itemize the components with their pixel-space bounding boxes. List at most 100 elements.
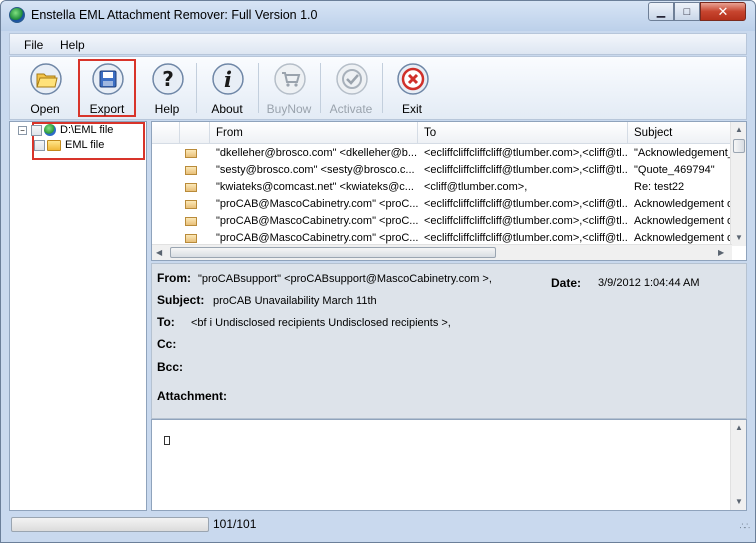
- help-button[interactable]: ? Help: [138, 59, 196, 117]
- minimize-button[interactable]: ▁: [648, 2, 674, 21]
- toolbar-separator: [258, 63, 259, 113]
- to-value: <bf i Undisclosed recipients Undisclosed…: [191, 317, 451, 329]
- about-label: About: [211, 102, 243, 116]
- shopping-cart-icon: [274, 63, 306, 95]
- buynow-label: BuyNow: [266, 102, 312, 116]
- menu-bar: File Help: [9, 33, 747, 55]
- attachment-label: Attachment:: [157, 389, 228, 403]
- folder-tree: − D:\EML file EML file: [9, 121, 147, 511]
- export-label: Export: [89, 102, 125, 116]
- scroll-right-icon[interactable]: ▶: [718, 248, 724, 257]
- toolbar-separator: [320, 63, 321, 113]
- resize-grip-icon[interactable]: ∴∴: [740, 521, 751, 532]
- save-disk-icon: [92, 63, 124, 95]
- minimize-icon: ▁: [656, 6, 666, 18]
- to-label: To:: [157, 315, 175, 329]
- row-from: "kwiateks@comcast.net" <kwiateks@c...: [216, 181, 414, 193]
- envelope-icon: [185, 200, 197, 209]
- vscroll-thumb[interactable]: [733, 139, 745, 153]
- row-subject: "Quote_469794": [634, 164, 715, 176]
- table-row[interactable]: "kwiateks@comcast.net" <kwiateks@c... <c…: [152, 179, 732, 196]
- svg-text:?: ?: [162, 67, 174, 91]
- hscroll-thumb[interactable]: [170, 247, 496, 258]
- header-icon-col[interactable]: [180, 122, 210, 144]
- menu-help[interactable]: Help: [60, 38, 85, 52]
- menu-file[interactable]: File: [24, 38, 43, 52]
- scroll-left-icon[interactable]: ◀: [156, 248, 162, 257]
- open-label: Open: [30, 102, 60, 116]
- open-folder-icon: [30, 63, 62, 95]
- row-subject: Acknowledgement of: [634, 198, 732, 210]
- scroll-up-icon[interactable]: ▲: [735, 125, 743, 134]
- envelope-icon: [185, 217, 197, 226]
- envelope-icon: [185, 149, 197, 158]
- from-value: "proCABsupport" <proCABsupport@MascoCabi…: [198, 273, 492, 285]
- tree-child-checkbox[interactable]: [34, 139, 45, 151]
- row-to: <cliff@tlumber.com>,: [424, 181, 528, 193]
- message-list: From To Subject "dkelleher@brosco.com" <…: [151, 121, 747, 261]
- window-title: Enstella EML Attachment Remover: Full Ve…: [31, 8, 318, 22]
- exit-label: Exit: [401, 102, 422, 116]
- envelope-icon: [185, 166, 197, 175]
- drive-globe-icon: [44, 124, 56, 137]
- toolbar-separator: [196, 63, 197, 113]
- column-from[interactable]: From: [210, 122, 418, 144]
- open-button[interactable]: Open: [16, 59, 74, 117]
- scroll-down-icon[interactable]: ▼: [735, 497, 743, 506]
- app-globe-icon: [9, 7, 25, 23]
- title-bar[interactable]: Enstella EML Attachment Remover: Full Ve…: [1, 1, 755, 31]
- date-label: Date:: [551, 276, 582, 290]
- message-count: 101/101: [213, 517, 257, 531]
- row-from: "dkelleher@brosco.com" <dkelleher@b...: [216, 147, 418, 159]
- tree-root-node[interactable]: − D:\EML file: [18, 124, 113, 137]
- exit-x-icon: [397, 63, 429, 95]
- question-icon: ?: [152, 63, 184, 95]
- row-from: "proCAB@MascoCabinetry.com" <proC...: [216, 198, 418, 210]
- tree-child-label: EML file: [65, 139, 105, 151]
- header-checkbox-col[interactable]: [152, 122, 180, 144]
- subject-value: proCAB Unavailability March 11th: [213, 295, 377, 307]
- row-from: "sesty@brosco.com" <sesty@brosco.c...: [216, 164, 415, 176]
- message-body[interactable]: ▲ ▼: [151, 419, 747, 511]
- body-vscroll[interactable]: ▲ ▼: [730, 420, 746, 510]
- tree-root-checkbox[interactable]: [31, 124, 42, 136]
- close-button[interactable]: ✕: [700, 2, 746, 21]
- subject-label: Subject:: [157, 293, 205, 307]
- svg-text:i: i: [224, 67, 232, 92]
- toolbar: Open Export ? Help i About BuyNow Activa…: [9, 56, 747, 120]
- maximize-icon: □: [683, 5, 691, 18]
- about-button[interactable]: i About: [198, 59, 256, 117]
- column-to[interactable]: To: [418, 122, 628, 144]
- column-subject[interactable]: Subject: [628, 122, 738, 144]
- help-label: Help: [154, 102, 180, 116]
- table-row[interactable]: "proCAB@MascoCabinetry.com" <proC... <ec…: [152, 213, 732, 230]
- status-bar: 101/101 ∴∴: [1, 513, 755, 542]
- message-list-vscroll[interactable]: ▲ ▼: [730, 122, 746, 246]
- date-value: 3/9/2012 1:04:44 AM: [598, 277, 700, 289]
- activate-button[interactable]: Activate: [322, 59, 380, 117]
- export-button[interactable]: Export: [78, 59, 136, 117]
- message-details: From: "proCABsupport" <proCABsupport@Mas…: [151, 263, 747, 419]
- row-to: <ecliffcliffcliffcliff@tlumber.com>,<cli…: [424, 147, 628, 159]
- info-icon: i: [212, 63, 244, 95]
- envelope-icon: [185, 234, 197, 243]
- body-glyph: [164, 436, 170, 445]
- buynow-button[interactable]: BuyNow: [260, 59, 318, 117]
- maximize-button[interactable]: □: [674, 2, 700, 21]
- message-list-hscroll[interactable]: ◀ ▶: [152, 244, 732, 260]
- row-to: <ecliffcliffcliffcliff@tlumber.com>,<cli…: [424, 215, 628, 227]
- row-from: "proCAB@MascoCabinetry.com" <proC...: [216, 215, 418, 227]
- checkmark-icon: [336, 63, 368, 95]
- cc-label: Cc:: [157, 337, 177, 351]
- collapse-icon[interactable]: −: [18, 125, 27, 135]
- tree-child-node[interactable]: EML file: [34, 139, 104, 151]
- scroll-up-icon[interactable]: ▲: [735, 423, 743, 432]
- from-label: From:: [157, 271, 191, 285]
- scroll-down-icon[interactable]: ▼: [735, 233, 743, 242]
- table-row[interactable]: "dkelleher@brosco.com" <dkelleher@b... <…: [152, 145, 732, 162]
- row-to: <ecliffcliffcliffcliff@tlumber.com>,<cli…: [424, 198, 628, 210]
- folder-icon: [47, 139, 61, 151]
- exit-button[interactable]: Exit: [383, 59, 441, 117]
- table-row[interactable]: "sesty@brosco.com" <sesty@brosco.c... <e…: [152, 162, 732, 179]
- table-row[interactable]: "proCAB@MascoCabinetry.com" <proC... <ec…: [152, 196, 732, 213]
